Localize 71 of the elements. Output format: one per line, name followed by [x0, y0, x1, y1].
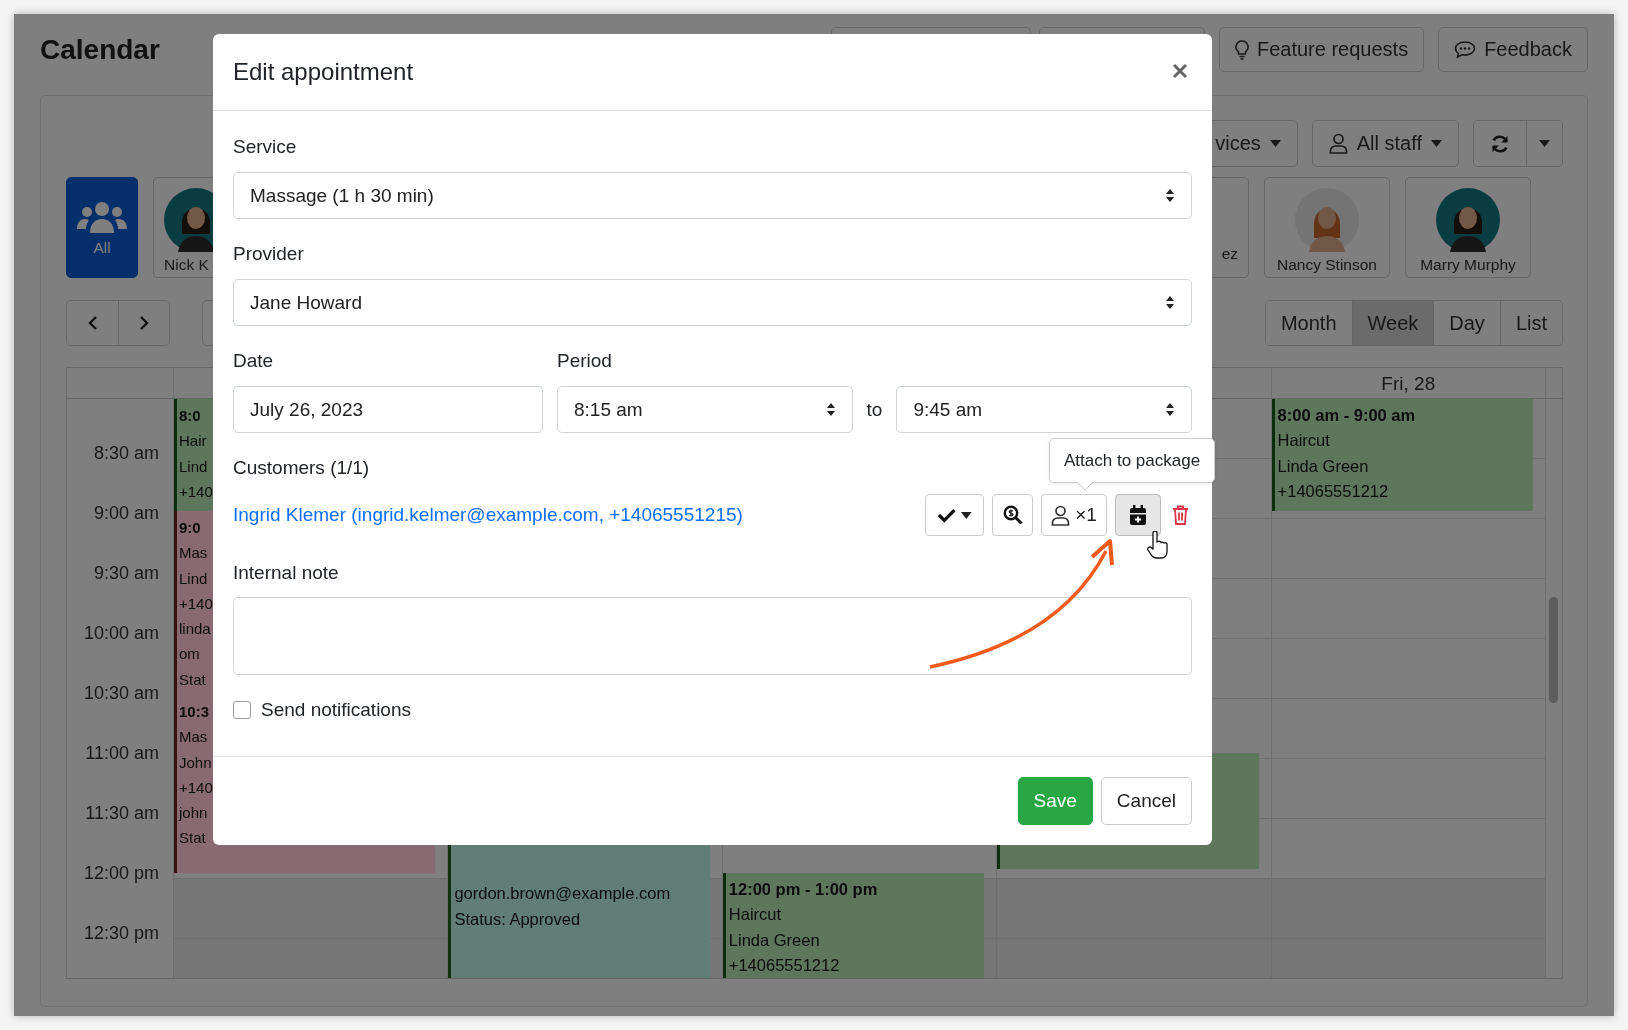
event-text: Mas: [179, 727, 208, 748]
event-time: 8:0: [179, 406, 201, 426]
event-text: Lind: [179, 456, 208, 477]
event-text: +140: [179, 593, 213, 614]
modal-title: Edit appointment: [233, 58, 414, 86]
save-button[interactable]: Save: [1017, 777, 1093, 825]
time-label: 10:00 am: [83, 623, 159, 643]
staff-card[interactable]: Marry Murphy: [1405, 177, 1531, 278]
time-label: 8:30 am: [93, 443, 159, 463]
staff-name: All: [93, 238, 111, 257]
event-time: 10:3: [179, 702, 210, 722]
field-label: Date: [233, 350, 274, 372]
event-text: Status: Approved: [454, 908, 581, 930]
staff-name: Marry Murphy: [1420, 256, 1516, 274]
staff-card[interactable]: Nancy Stinson: [1264, 177, 1390, 278]
field-label: Provider: [233, 243, 304, 265]
service-select[interactable]: Massage (1 h 30 min): [233, 172, 1192, 219]
event-text: Stat: [179, 828, 206, 849]
event-text: gordon.brown@example.com: [454, 883, 671, 905]
customer-link[interactable]: Ingrid Klemer (ingrid.kelmer@example.com, +14065551215): [233, 504, 743, 526]
event-text: om: [179, 644, 200, 665]
field-label: Customers (1/1): [233, 457, 370, 479]
event-text: linda: [179, 619, 211, 640]
time-label: 9:00 am: [93, 503, 159, 523]
page-title: Calendar: [40, 33, 161, 66]
staff-name: ez: [1221, 245, 1238, 263]
time-label: 12:30 pm: [83, 923, 159, 943]
view-tab[interactable]: List: [1499, 301, 1562, 345]
feedback-button[interactable]: Feedback: [1438, 27, 1588, 72]
cancel-button[interactable]: Cancel: [1100, 777, 1192, 825]
event-text: Mas: [179, 543, 208, 564]
event-text: +140: [179, 777, 213, 798]
field-label: Service: [233, 136, 297, 158]
event-text: Lind: [179, 568, 208, 589]
event-text: Hair: [179, 431, 207, 452]
event-time: 12:00 pm - 1:00 pm: [728, 879, 878, 900]
tooltip: Attach to package: [1049, 438, 1216, 491]
event-text: +14065551212: [1277, 480, 1389, 502]
date-field[interactable]: July 26, 2023: [233, 386, 543, 433]
staff-name: Nick K: [164, 256, 209, 274]
end-time-select[interactable]: 9:45 am: [896, 386, 1192, 433]
event-text: Stat: [179, 669, 206, 690]
time-label: 11:00 am: [85, 743, 159, 763]
event-text: Linda Green: [1277, 455, 1369, 477]
checkbox-label: Send notifications: [261, 699, 411, 721]
event-text: john: [179, 803, 208, 824]
event-text: +14065551212: [728, 954, 840, 976]
event-card[interactable]: 8:00 am - 9:00 am Haircut Linda Green +14065551212: [1271, 399, 1533, 511]
start-time-select[interactable]: 8:15 am: [557, 386, 853, 433]
event-time: 9:0: [179, 518, 201, 538]
event-text: +140: [179, 481, 213, 502]
time-label: 9:30 am: [93, 563, 159, 583]
field-label: Period: [557, 350, 612, 372]
time-label: 10:30 am: [83, 683, 159, 703]
event-text: John: [179, 752, 212, 773]
staff-card[interactable]: All: [66, 177, 138, 278]
range-separator: to: [865, 398, 884, 421]
event-card[interactable]: 12:00 pm - 1:00 pm Haircut Linda Green +14065551212: [722, 873, 985, 978]
time-label: 12:00 pm: [83, 863, 159, 883]
capacity-button[interactable]: ×1: [1041, 494, 1107, 536]
staff-dropdown[interactable]: All staff: [1311, 120, 1459, 167]
feature-requests-button[interactable]: Feature requests: [1218, 27, 1425, 72]
field-label: Internal note: [233, 562, 339, 584]
time-label: 11:30 am: [85, 803, 159, 823]
view-tab[interactable]: Week: [1351, 301, 1434, 345]
event-time: 8:00 am - 9:00 am: [1277, 405, 1416, 426]
event-text: Haircut: [1277, 430, 1330, 452]
event-text: Linda Green: [728, 929, 820, 951]
staff-name: Nancy Stinson: [1277, 256, 1377, 274]
event-text: Haircut: [728, 904, 782, 926]
provider-select[interactable]: Jane Howard: [233, 279, 1192, 326]
